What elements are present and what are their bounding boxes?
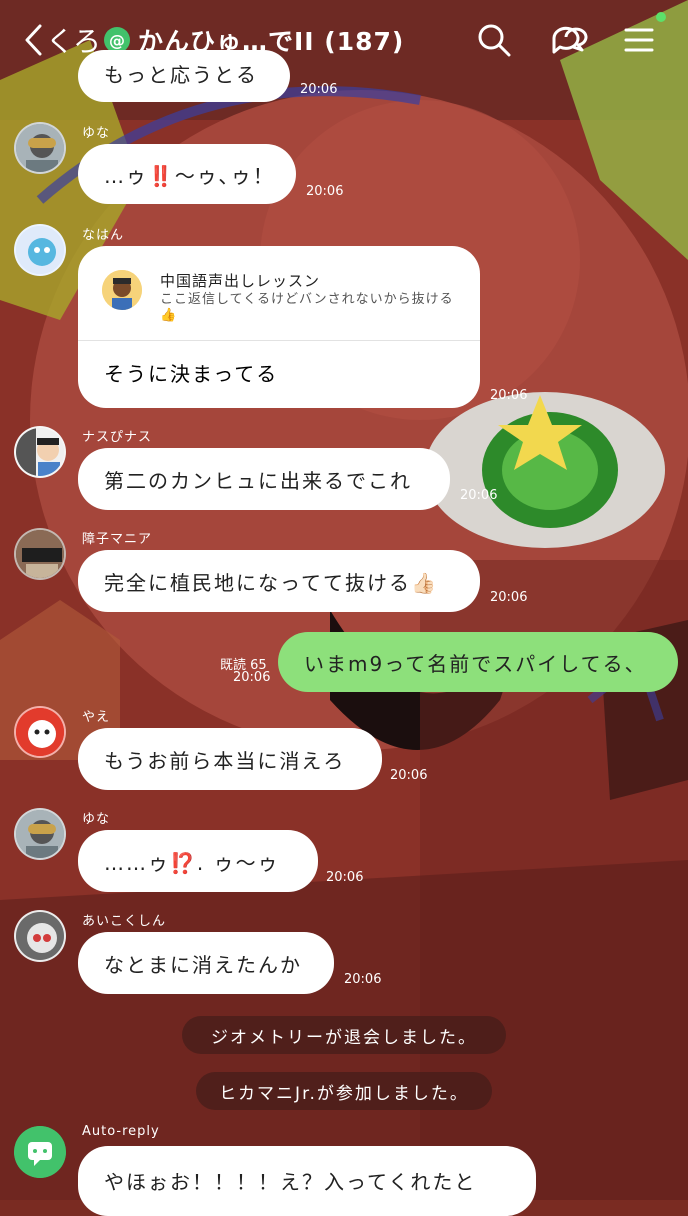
sender-name: ナスぴナス	[82, 430, 153, 445]
message-text: …ゥ‼️〜ゥ､ゥ！	[104, 163, 275, 188]
avatar[interactable]	[14, 808, 66, 860]
system-message: ジオメトリーが退会しました。	[182, 1016, 506, 1054]
message-text: もっと応うとる	[104, 63, 258, 87]
message-time: 20:06	[460, 488, 498, 503]
reply-message-bubble[interactable]: 中国語声出しレッスン ここ返信してくるけどバンされないから抜ける👍 そうに決まっ…	[78, 246, 480, 408]
avatar[interactable]	[14, 910, 66, 962]
message-time: 20:06	[490, 590, 528, 605]
message-bubble[interactable]: やほぉお！！！！え？入ってくれたと	[78, 1146, 536, 1216]
bot-icon	[14, 1126, 66, 1178]
divider	[78, 340, 480, 341]
sender-name: あいこくしん	[82, 914, 167, 929]
menu-icon	[624, 28, 654, 52]
message-bubble[interactable]: もうお前ら本当に消えろ	[78, 728, 382, 790]
chat-bubbles-icon	[552, 26, 588, 54]
search-icon	[478, 24, 511, 57]
message-bubble[interactable]: …ゥ‼️〜ゥ､ゥ！	[78, 144, 296, 204]
message-time: 20:06	[326, 870, 364, 885]
message-time: 20:06	[306, 184, 344, 199]
message-bubble[interactable]: 完全に植民地になってて抜ける👍🏻	[78, 550, 480, 612]
message-bubble[interactable]: なとまに消えたんか	[78, 932, 334, 994]
open-chat-button[interactable]	[548, 20, 588, 60]
avatar[interactable]	[14, 224, 66, 276]
quoted-sender: 中国語声出しレッスン	[160, 272, 321, 290]
message-time: 20:06	[390, 768, 428, 783]
message-text: やほぉお！！！！え？入ってくれたと	[104, 1170, 477, 1194]
message-time: 20:06	[490, 388, 528, 403]
message-time: 20:06	[300, 82, 338, 97]
message-bubble[interactable]: もっと応うとる	[78, 50, 290, 102]
message-text: なとまに消えたんか	[104, 952, 302, 977]
menu-button[interactable]	[620, 20, 660, 60]
message-time: 20:06	[344, 972, 382, 987]
notification-dot	[656, 12, 666, 22]
sender-name: Auto-reply	[82, 1124, 160, 1139]
chevron-left-icon	[25, 24, 42, 56]
sender-name: なはん	[82, 228, 125, 243]
message-text: そうに決まってる	[104, 362, 279, 386]
my-message-bubble[interactable]: いまm9って名前でスパイしてる、	[278, 632, 678, 692]
message-text: 完全に植民地になってて抜ける👍🏻	[104, 570, 438, 595]
message-text: ……ゥ⁉️. ゥ〜ゥ	[104, 850, 280, 875]
message-text: いまm9って名前でスパイしてる、	[304, 651, 647, 676]
message-text: もうお前ら本当に消えろ	[104, 748, 346, 773]
sender-name: やえ	[82, 710, 111, 725]
quoted-message[interactable]: 中国語声出しレッスン ここ返信してくるけどバンされないから抜ける👍	[100, 266, 460, 342]
message-text: 第二のカンヒュに出来るでこれ	[104, 468, 412, 493]
autoreply-avatar[interactable]	[14, 1126, 66, 1178]
sender-name: ゆな	[82, 126, 111, 141]
sender-name: ゆな	[82, 812, 111, 827]
avatar[interactable]	[14, 426, 66, 478]
quoted-text: ここ返信してくるけどバンされないから抜ける👍	[160, 292, 454, 323]
avatar[interactable]	[14, 706, 66, 758]
avatar[interactable]	[14, 528, 66, 580]
message-bubble[interactable]: ……ゥ⁉️. ゥ〜ゥ	[78, 830, 318, 892]
message-time: 20:06	[233, 670, 271, 685]
system-message: ヒカマニJr.が参加しました。	[196, 1072, 492, 1110]
search-button[interactable]	[474, 20, 514, 60]
quoted-avatar	[102, 270, 142, 310]
back-button[interactable]: くろ	[22, 22, 101, 58]
message-bubble[interactable]: 第二のカンヒュに出来るでこれ	[78, 448, 450, 510]
sender-name: 障子マニア	[82, 532, 153, 547]
avatar[interactable]	[14, 122, 66, 174]
